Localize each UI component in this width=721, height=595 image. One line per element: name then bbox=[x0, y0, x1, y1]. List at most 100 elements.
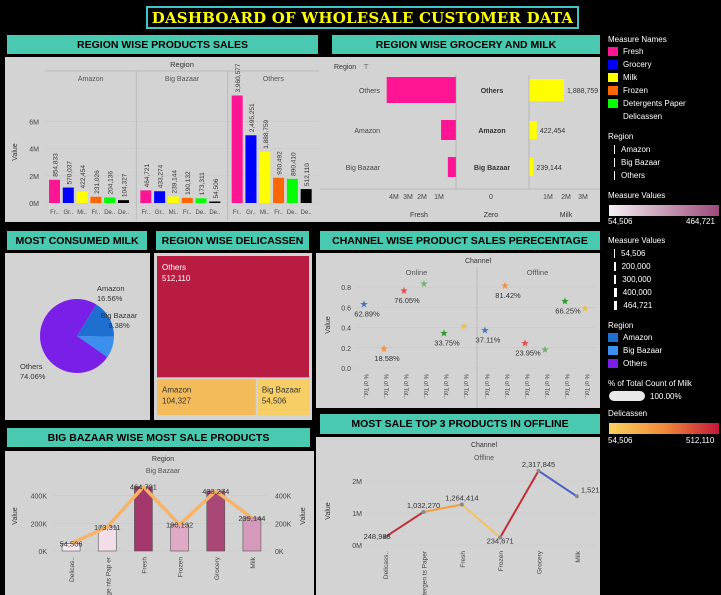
y-axis-label: Value bbox=[325, 316, 332, 333]
fresh-tick: 4M bbox=[389, 194, 399, 201]
bar bbox=[134, 486, 153, 552]
bar bbox=[273, 177, 285, 203]
y-axis-label-right: Value bbox=[300, 507, 307, 524]
milk-bar bbox=[529, 158, 534, 176]
legend-tick bbox=[614, 288, 617, 297]
legend-swatch bbox=[608, 112, 618, 121]
region-products-panel: Region Value 0M 2M 4M 6M Amazon 854,833 Fr.. 570,… bbox=[5, 57, 322, 222]
bar-value-label: 54,506 bbox=[213, 178, 220, 198]
y-tick-label: 4M bbox=[29, 147, 39, 154]
legend-label: Fresh bbox=[623, 47, 644, 56]
region-delicassen-treemap: Others 512,110 Amazon 104,327 Big Bazaar 54,5… bbox=[157, 256, 309, 415]
bar bbox=[286, 178, 298, 203]
delicassen-gradient bbox=[609, 423, 719, 434]
bar bbox=[49, 179, 60, 203]
legend-size-item: 464,721 bbox=[608, 301, 652, 310]
milk-tick: 1M bbox=[543, 194, 553, 201]
y-tick-label: 0M bbox=[29, 201, 39, 208]
header-region-products: REGION WISE PRODUCTS SALES bbox=[7, 35, 318, 54]
point-label: 66.25% bbox=[555, 306, 581, 315]
legend-size-item: 400,000 bbox=[608, 288, 652, 297]
x-tick-label: Frozen bbox=[178, 557, 185, 578]
y-tick-label: 6M bbox=[29, 120, 39, 127]
measure-values-max: 464,721 bbox=[686, 217, 715, 226]
y-tick-label-right: 0K bbox=[275, 549, 284, 556]
legend-label: 400,000 bbox=[622, 288, 652, 297]
legend-swatch bbox=[608, 333, 618, 342]
legend-region-item: Big Bazaar bbox=[608, 158, 660, 167]
axis-title: Milk bbox=[560, 212, 573, 219]
column-header: Region bbox=[152, 456, 174, 463]
cell-label: Amazon bbox=[162, 385, 191, 394]
y-axis-label: Value bbox=[12, 143, 19, 160]
bar bbox=[206, 490, 226, 552]
slice-label: Others bbox=[20, 362, 43, 371]
legend-label: 54,506 bbox=[621, 249, 646, 258]
milk-bar bbox=[529, 121, 537, 139]
y-tick-label: 0.8 bbox=[341, 285, 351, 292]
bar-value-label: 204,136 bbox=[108, 171, 115, 195]
milk-bar bbox=[529, 79, 564, 101]
fresh-bar bbox=[386, 77, 456, 103]
legend-measure-frozen: Frozen bbox=[608, 86, 648, 95]
x-tick-label: Delicas.. bbox=[69, 557, 76, 582]
bar-value-label: 104,327 bbox=[122, 173, 129, 197]
legend-tick bbox=[614, 301, 618, 310]
legend-swatch bbox=[608, 86, 618, 95]
dashboard-title-bar: DASHBOARD OF WHOLESALE CUSTOMER DATA bbox=[146, 6, 579, 29]
legend-label: Frozen bbox=[623, 86, 648, 95]
region-label: Others bbox=[359, 88, 381, 95]
column-header: Region bbox=[170, 60, 194, 69]
x-tick-label: Delicass.. bbox=[383, 551, 390, 579]
x-tick-label: Frozen bbox=[498, 551, 505, 572]
cell-label: Big Bazaar bbox=[262, 385, 301, 394]
line-point bbox=[574, 494, 579, 499]
x-tick-label: Fresh bbox=[141, 557, 148, 574]
slice-value: 74.06% bbox=[20, 372, 46, 381]
bar-value-label: 433,274 bbox=[202, 487, 229, 496]
filter-icon: ⊤ bbox=[363, 64, 369, 71]
cell-value: 54,506 bbox=[262, 396, 287, 405]
legend-label: 200,000 bbox=[621, 262, 651, 271]
bar bbox=[90, 196, 102, 203]
fresh-tick: 2M bbox=[417, 194, 427, 201]
group-label: Big Bazaar bbox=[165, 76, 200, 83]
pct-milk-swatch bbox=[609, 391, 645, 401]
y-tick-label: 200K bbox=[31, 521, 48, 528]
x-tick-label: Grocery bbox=[537, 550, 544, 574]
x-tick-label: De.. bbox=[104, 210, 115, 216]
point-label: 62.89% bbox=[354, 309, 380, 318]
region-label: Big Bazaar bbox=[346, 165, 381, 172]
bar-value-label: 433,274 bbox=[158, 164, 165, 188]
region-delicassen-panel: Others 512,110 Amazon 104,327 Big Bazaar 54,5… bbox=[154, 253, 312, 420]
milk-value-label: 422,454 bbox=[540, 128, 565, 135]
axis-title: Fresh bbox=[410, 212, 428, 219]
y-tick-label: 0.4 bbox=[341, 326, 351, 333]
most-milk-panel: Amazon 16.56% Big Bazaar 9.38% Others 74.06% bbox=[5, 253, 150, 420]
channel-pct-panel: Channel Value 0.0 0.2 0.4 0.6 0.8 Online % of To… bbox=[316, 253, 600, 408]
y-tick-label: 0M bbox=[352, 543, 362, 550]
x-tick-label: % of Tot.. bbox=[543, 374, 549, 399]
x-tick-label: De.. bbox=[301, 210, 312, 216]
legend-label: 300,000 bbox=[622, 275, 652, 284]
y-tick-label: 0.6 bbox=[341, 305, 351, 312]
bar-value-label: 854,833 bbox=[53, 153, 60, 177]
legend-measure-milk: Milk bbox=[608, 73, 637, 82]
group-label: Others bbox=[263, 76, 285, 83]
bar-value-label: 173,311 bbox=[94, 523, 121, 532]
legend-tick bbox=[614, 275, 617, 284]
bar bbox=[104, 197, 116, 203]
y-axis-label: Value bbox=[12, 507, 19, 524]
line-segment bbox=[461, 503, 501, 539]
x-tick-label: % of Tot.. bbox=[422, 374, 428, 399]
y-tick-label: 0.2 bbox=[341, 346, 351, 353]
x-tick-label: Fr.. bbox=[274, 210, 283, 216]
legend-size-item: 54,506 bbox=[608, 249, 645, 258]
milk-tick: 3M bbox=[578, 194, 588, 201]
legend-region-color-item: Amazon bbox=[608, 333, 652, 342]
legend-region-color-item: Big Bazaar bbox=[608, 346, 662, 355]
legend-region-item: Others bbox=[608, 171, 645, 180]
bar-value-label: 173,311 bbox=[199, 172, 206, 195]
bar-value-label: 570,037 bbox=[66, 161, 73, 185]
scatter-point: ★ bbox=[420, 279, 429, 290]
